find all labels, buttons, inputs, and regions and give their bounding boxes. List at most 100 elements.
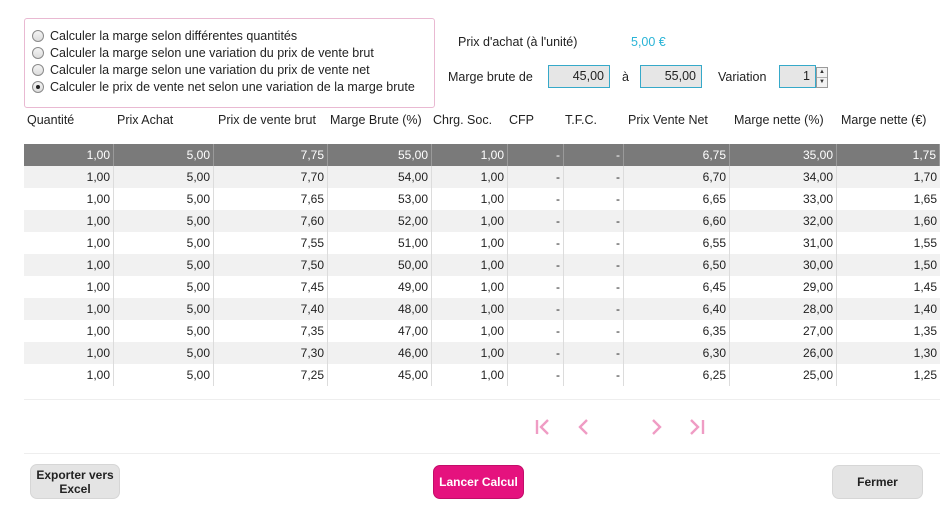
- option-gross-margin-variation[interactable]: Calculer le prix de vente net selon une …: [32, 78, 434, 95]
- stepper-up-icon[interactable]: ▲: [817, 68, 827, 77]
- table-cell: 1,00: [24, 144, 114, 166]
- table-row[interactable]: 1,00 5,00 7,40 48,00 1,00- -6,40 28,00 1,40: [24, 298, 940, 320]
- table-cell: 1,00: [24, 188, 114, 210]
- table-row[interactable]: 1,00 5,00 7,60 52,00 1,00- -6,60 32,00 1,60: [24, 210, 940, 232]
- header-gross-sale-price[interactable]: Prix de vente brut: [218, 113, 316, 127]
- header-net-margin-eur[interactable]: Marge nette (€): [841, 113, 926, 127]
- margin-to-label: à: [622, 70, 629, 84]
- table-row[interactable]: 1,00 5,00 7,35 47,00 1,00- -6,35 27,00 1,35: [24, 320, 940, 342]
- calculation-mode-group: Calculer la marge selon différentes quan…: [24, 18, 435, 108]
- table-cell: -: [508, 188, 564, 210]
- table-cell: 5,00: [114, 364, 214, 386]
- margin-to-input[interactable]: 55,00: [640, 65, 702, 88]
- table-row[interactable]: 1,00 5,00 7,30 46,00 1,00- -6,30 26,00 1,30: [24, 342, 940, 364]
- table-cell: 1,00: [24, 210, 114, 232]
- table-cell: 1,00: [24, 232, 114, 254]
- table-cell: 7,45: [214, 276, 328, 298]
- margin-from-input[interactable]: 45,00: [548, 65, 610, 88]
- header-quantity[interactable]: Quantité: [27, 113, 74, 127]
- table-row[interactable]: 1,00 5,00 7,65 53,00 1,00- -6,65 33,00 1,65: [24, 188, 940, 210]
- table-cell: 5,00: [114, 144, 214, 166]
- table-cell: 5,00: [114, 188, 214, 210]
- option-quantities[interactable]: Calculer la marge selon différentes quan…: [32, 27, 434, 44]
- header-purchase-price[interactable]: Prix Achat: [117, 113, 173, 127]
- table-row[interactable]: 1,00 5,00 7,70 54,00 1,00- -6,70 34,00 1,70: [24, 166, 940, 188]
- table-cell: 6,50: [624, 254, 730, 276]
- table-cell: 1,45: [913, 280, 937, 294]
- table-cell: 6,65: [624, 188, 730, 210]
- table-cell: 1,00: [24, 342, 114, 364]
- table-cell: 5,00: [114, 298, 214, 320]
- margin-from-label: Marge brute de: [448, 70, 533, 84]
- table-row[interactable]: 1,00 5,00 7,45 49,00 1,00- -6,45 29,00 1,45: [24, 276, 940, 298]
- table-cell: 1,55: [913, 236, 937, 250]
- table-cell: 1,00: [432, 254, 508, 276]
- radio-quantities[interactable]: [32, 29, 44, 42]
- table-cell: 1,00: [24, 320, 114, 342]
- table-divider: [24, 399, 940, 400]
- header-cfp[interactable]: CFP: [509, 113, 534, 127]
- table-cell: 1,00: [24, 254, 114, 276]
- header-net-sale-price[interactable]: Prix Vente Net: [628, 113, 708, 127]
- table-cell: 1,25: [913, 368, 937, 382]
- table-cell: 6,25: [624, 364, 730, 386]
- table-cell: 5,00: [114, 210, 214, 232]
- table-cell: 1,75: [837, 144, 940, 166]
- stepper-down-icon[interactable]: ▼: [817, 77, 827, 86]
- radio-gross-price-variation[interactable]: [32, 46, 44, 59]
- table-cell: 1,00: [432, 298, 508, 320]
- table-cell: -: [564, 166, 624, 188]
- table-cell: -: [564, 320, 624, 342]
- table-cell: 7,55: [214, 232, 328, 254]
- header-tfc[interactable]: T.F.C.: [565, 113, 597, 127]
- table-cell: 26,00: [730, 342, 837, 364]
- table-cell: 6,70: [624, 166, 730, 188]
- previous-page-icon[interactable]: [572, 415, 594, 439]
- variation-input[interactable]: 1: [779, 65, 816, 88]
- radio-net-price-variation[interactable]: [32, 63, 44, 76]
- footer-divider: [24, 453, 940, 454]
- export-excel-button[interactable]: Exporter vers Excel: [30, 464, 120, 499]
- table-cell: 7,35: [214, 320, 328, 342]
- table-cell: 1,70: [913, 170, 937, 184]
- next-page-icon[interactable]: [646, 415, 668, 439]
- header-social-charges[interactable]: Chrg. Soc.: [433, 113, 492, 127]
- table-row[interactable]: 1,00 5,00 7,55 51,00 1,00- -6,55 31,00 1,55: [24, 232, 940, 254]
- close-button[interactable]: Fermer: [832, 465, 923, 499]
- table-cell: -: [508, 276, 564, 298]
- table-cell: 28,00: [730, 298, 837, 320]
- table-cell: 1,30: [913, 346, 937, 360]
- table-cell: 1,00: [432, 276, 508, 298]
- table-cell: 25,00: [730, 364, 837, 386]
- option-gross-price-variation-label: Calculer la marge selon une variation du…: [50, 45, 374, 60]
- table-row[interactable]: 1,00 5,00 7,25 45,00 1,00- -6,25 25,00 1,25: [24, 364, 940, 386]
- run-calculation-button[interactable]: Lancer Calcul: [433, 465, 524, 499]
- table-cell: 6,35: [624, 320, 730, 342]
- option-gross-price-variation[interactable]: Calculer la marge selon une variation du…: [32, 44, 434, 61]
- table-cell: 53,00: [328, 188, 432, 210]
- header-gross-margin[interactable]: Marge Brute (%): [330, 113, 422, 127]
- table-row[interactable]: 1,00 5,00 7,50 50,00 1,00- -6,50 30,00 1,50: [24, 254, 940, 276]
- header-net-margin-pct[interactable]: Marge nette (%): [734, 113, 824, 127]
- results-table: 1,00 5,00 7,75 55,00 1,00- -6,75 35,00 1,75 1,00…: [24, 144, 940, 386]
- table-cell: 27,00: [730, 320, 837, 342]
- table-row[interactable]: 1,00 5,00 7,75 55,00 1,00- -6,75 35,00 1,75: [24, 144, 940, 166]
- table-cell: -: [564, 298, 624, 320]
- table-cell: 5,00: [114, 342, 214, 364]
- option-net-price-variation[interactable]: Calculer la marge selon une variation du…: [32, 61, 434, 78]
- table-cell: 1,00: [432, 232, 508, 254]
- table-cell: 30,00: [730, 254, 837, 276]
- table-cell: -: [564, 276, 624, 298]
- table-cell: 34,00: [730, 166, 837, 188]
- variation-stepper[interactable]: ▲ ▼: [816, 67, 828, 88]
- last-page-icon[interactable]: [686, 415, 708, 439]
- table-cell: 1,00: [24, 298, 114, 320]
- table-cell: 7,50: [214, 254, 328, 276]
- table-cell: 1,35: [913, 324, 937, 338]
- table-cell: 51,00: [328, 232, 432, 254]
- first-page-icon[interactable]: [532, 415, 554, 439]
- radio-gross-margin-variation[interactable]: [32, 80, 44, 93]
- table-cell: 1,00: [24, 166, 114, 188]
- export-excel-label-line1: Exporter vers: [36, 467, 114, 482]
- table-cell: 1,00: [432, 364, 508, 386]
